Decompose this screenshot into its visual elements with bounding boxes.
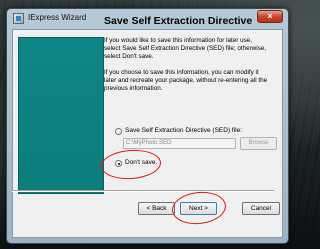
page-title: Save Self Extraction Directive	[104, 15, 253, 27]
description-paragraph-2: If you choose to save this information, …	[104, 69, 268, 92]
description-paragraph-1: If you would like to save this informati…	[104, 37, 267, 60]
close-icon: ×	[267, 11, 273, 21]
sed-file-path-input[interactable]: C:\MyPhoto.SED	[123, 138, 236, 149]
radio-dont-save[interactable]	[115, 160, 122, 167]
wizard-side-panel	[18, 37, 104, 194]
back-button[interactable]: < Back	[138, 202, 175, 215]
browse-button[interactable]: Browse	[240, 137, 277, 150]
button-separator	[12, 190, 274, 192]
window-title: IExpress Wizard	[28, 13, 87, 22]
radio-save-sed-label[interactable]: Save Self Extraction Directive (SED) fil…	[125, 127, 242, 134]
close-button[interactable]: ×	[257, 10, 283, 23]
radio-dont-save-label[interactable]: Don't save.	[125, 159, 157, 166]
radio-save-sed[interactable]	[115, 128, 122, 135]
cancel-button[interactable]: Cancel	[242, 202, 280, 215]
app-icon	[13, 13, 24, 24]
next-button[interactable]: Next >	[180, 202, 217, 215]
